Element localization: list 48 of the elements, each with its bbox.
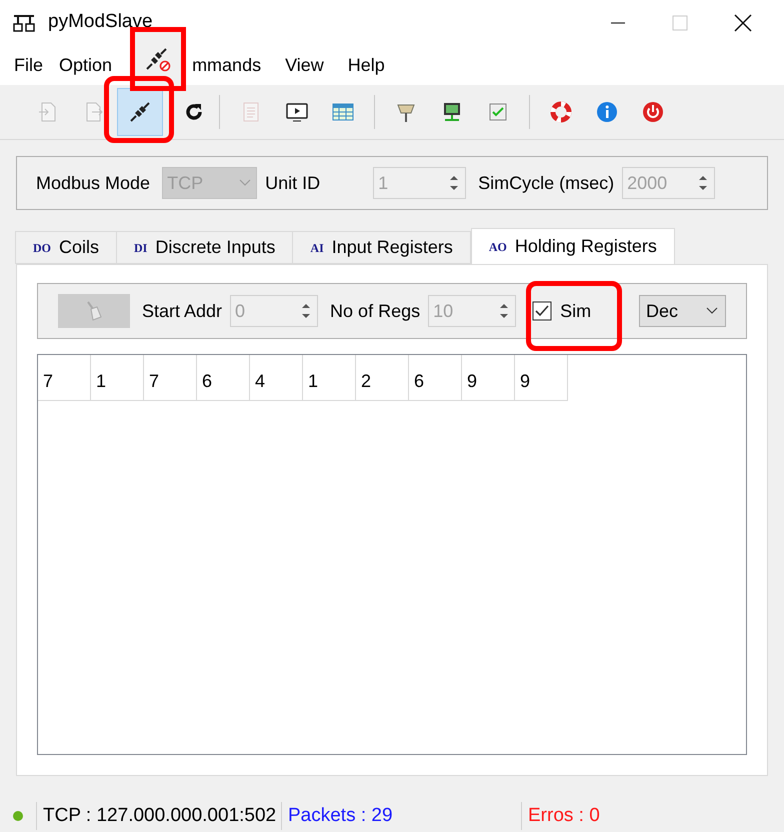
- menu-item[interactable]: File: [14, 52, 44, 78]
- table-cell: 6: [409, 355, 462, 401]
- lifebuoy-icon: [549, 100, 573, 124]
- power-icon: [641, 100, 665, 124]
- table-cell: 7: [38, 355, 91, 401]
- spin-value: 2000: [626, 172, 668, 194]
- modbus-mode-label: Modbus Mode: [36, 172, 150, 194]
- toolbar-button[interactable]: [117, 88, 163, 136]
- chevron-down-icon: [705, 306, 719, 316]
- chevron-down-icon: [238, 178, 252, 188]
- window-title: pyModSlave: [48, 10, 153, 34]
- spin-value: 0: [234, 300, 246, 322]
- menu-item[interactable]: mmands: [192, 52, 262, 78]
- tab[interactable]: AO Holding Registers: [470, 228, 675, 264]
- reg-count-label: No of Regs: [330, 300, 420, 323]
- start-addr-label: Start Addr: [142, 300, 222, 322]
- info-icon: [595, 100, 619, 124]
- tab-tag: AO: [488, 238, 507, 256]
- menu-item[interactable]: View: [285, 52, 324, 78]
- tab[interactable]: AI Input Registers: [292, 231, 471, 264]
- table-cell: 9: [515, 355, 568, 401]
- tab-tag: DO: [33, 238, 51, 256]
- menu-item[interactable]: Option: [59, 52, 112, 78]
- close-icon[interactable]: [734, 14, 752, 32]
- table-cell: 6: [197, 355, 250, 401]
- format-dropdown[interactable]: Dec: [639, 295, 726, 327]
- table-cell: 1: [91, 355, 144, 401]
- table-cell: 4: [250, 355, 303, 401]
- sim-checkbox[interactable]: Sim: [532, 298, 592, 324]
- checkbox-icon: [532, 301, 552, 321]
- status-text: Erros : 0: [521, 802, 761, 830]
- unit-id-label: Unit ID: [265, 172, 322, 194]
- spin-value: 1: [377, 172, 390, 194]
- plug-icon: [128, 100, 152, 124]
- table-cell: 7: [144, 355, 197, 401]
- tab[interactable]: DO Coils: [15, 231, 118, 264]
- status-text: TCP : 127.000.000.001:502: [36, 802, 281, 830]
- network-nodes-icon: [12, 12, 36, 32]
- table-cell: 9: [462, 355, 515, 401]
- spin-value: 10: [432, 300, 454, 322]
- table-cell: 2: [356, 355, 409, 401]
- sim-cycle-label: SimCycle (msec): [478, 172, 614, 195]
- tab-tag: AI: [310, 238, 324, 256]
- tab[interactable]: DI Discrete Inputs: [116, 231, 294, 264]
- status-text: Packets : 29: [281, 802, 521, 830]
- table-cell: 1: [303, 355, 356, 401]
- menu-item[interactable]: Help: [348, 52, 385, 78]
- tab-tag: DI: [134, 238, 148, 256]
